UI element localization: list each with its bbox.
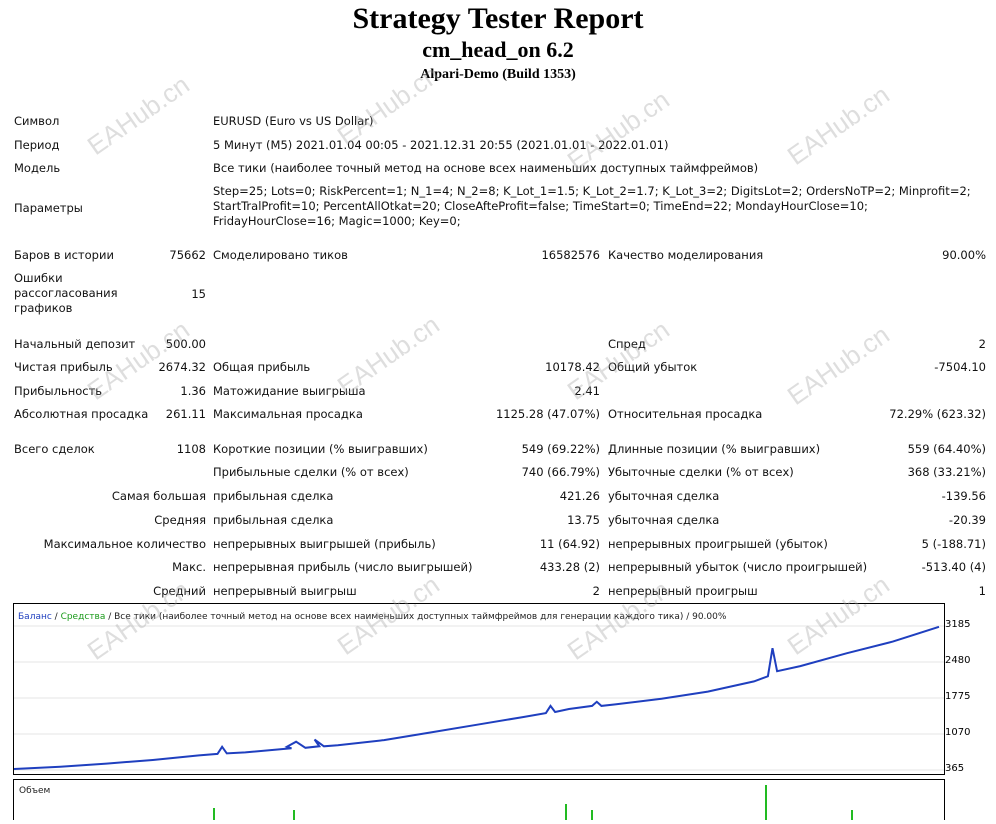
largest-loss-value: -139.56 [941, 489, 986, 503]
watermark: EAHub.cn [781, 79, 895, 171]
max-drawdown-label: Максимальная просадка [213, 407, 363, 421]
balance-chart [13, 603, 945, 775]
ticks-value: 16582576 [541, 248, 600, 262]
legend-rest: / Все тики (наиболее точный метод на осн… [105, 612, 727, 622]
legend-equity: Средства [60, 612, 106, 622]
ticks-label: Смоделировано тиков [213, 248, 348, 262]
payoff-value: 2.41 [574, 384, 600, 398]
watermark: EAHub.cn [781, 319, 895, 411]
abs-drawdown-value: 261.11 [165, 407, 206, 421]
long-positions-value: 559 (64.40%) [907, 442, 986, 456]
legend-balance: Баланс [18, 612, 52, 622]
rel-drawdown-label: Относительная просадка [608, 407, 763, 421]
loss-trades-value: 368 (33.21%) [907, 465, 986, 479]
report-title: Strategy Tester Report [352, 2, 644, 35]
y-tick-label: 3185 [945, 619, 971, 630]
max-count-losses-value: 5 (-188.71) [921, 537, 986, 551]
y-tick-label: 1775 [945, 691, 971, 702]
gross-loss-label: Общий убыток [608, 360, 698, 374]
params-label: Параметры [14, 201, 83, 215]
quality-label: Качество моделирования [608, 248, 764, 262]
max-drawdown-value: 1125.28 (47.07%) [495, 407, 600, 421]
avg-cons-wins-value: 2 [592, 584, 600, 598]
bars-value: 75662 [169, 248, 206, 262]
rel-drawdown-value: 72.29% (623.32) [889, 407, 986, 421]
largest-profit-value: 421.26 [559, 489, 600, 503]
model-label: Модель [14, 161, 61, 175]
quality-value: 90.00% [942, 248, 986, 262]
max-count-label: Максимальное количество [43, 537, 206, 551]
net-profit-value: 2674.32 [158, 360, 206, 374]
gross-profit-value: 10178.42 [545, 360, 600, 374]
period-value: 5 Минут (M5) 2021.01.04 00:05 - 2021.12.… [213, 138, 669, 152]
profit-trades-label: Прибыльные сделки (% от всех) [213, 465, 409, 479]
server-name: Alpari-Demo (Build 1353) [420, 67, 576, 82]
total-trades-label: Всего сделок [14, 442, 95, 456]
avg-cons-losses-value: 1 [978, 584, 986, 598]
average-profit-label: прибыльная сделка [213, 513, 334, 527]
max-count-losses-label: непрерывных проигрышей (убыток) [608, 537, 828, 551]
net-profit-label: Чистая прибыль [14, 360, 113, 374]
total-trades-value: 1108 [176, 442, 206, 456]
largest-label: Самая большая [111, 489, 206, 503]
average-label: Средняя [154, 513, 206, 527]
short-positions-value: 549 (69.22%) [521, 442, 600, 456]
balance-chart-svg [13, 625, 944, 771]
profit-trades-value: 740 (66.79%) [521, 465, 600, 479]
max-count-wins-label: непрерывных выигрышей (прибыль) [213, 537, 436, 551]
largest-loss-label: убыточная сделка [608, 489, 720, 503]
largest-profit-label: прибыльная сделка [213, 489, 334, 503]
avg-cons-losses-label: непрерывный проигрыш [608, 584, 758, 598]
y-tick-label: 365 [945, 763, 965, 774]
profit-factor-value: 1.36 [180, 384, 206, 398]
mismatch-value: 15 [191, 287, 206, 301]
params-value: Step=25; Lots=0; RiskPercent=1; N_1=4; N… [213, 184, 971, 228]
max-cons-profit-value: 433.28 (2) [539, 560, 600, 574]
average-profit-value: 13.75 [567, 513, 600, 527]
volume-svg [213, 785, 853, 820]
max-cons-loss-label: непрерывный убыток (число проигрышей) [608, 560, 868, 574]
avg-cons-wins-label: непрерывный выигрыш [213, 584, 357, 598]
long-positions-label: Длинные позиции (% выигравших) [608, 442, 821, 456]
legend-sep: / [51, 612, 61, 622]
spread-label: Спред [608, 337, 646, 351]
bars-label: Баров в истории [14, 248, 114, 262]
chart-legend: Баланс / Средства / Все тики (наиболее т… [18, 612, 726, 622]
symbol-label: Символ [14, 114, 60, 128]
payoff-label: Матожидание выигрыша [213, 384, 366, 398]
max-cons-label: Макс. [172, 560, 206, 574]
model-value: Все тики (наиболее точный метод на основ… [213, 161, 759, 175]
profit-factor-label: Прибыльность [14, 384, 103, 398]
volume-label: Объем [19, 786, 51, 796]
period-label: Период [14, 138, 60, 152]
gross-profit-label: Общая прибыль [213, 360, 311, 374]
y-tick-label: 1070 [945, 727, 971, 738]
avg-cons-label: Средний [153, 584, 206, 598]
average-loss-value: -20.39 [948, 513, 986, 527]
spread-value: 2 [978, 337, 986, 351]
max-cons-profit-label: непрерывная прибыль (число выигрышей) [213, 560, 473, 574]
watermark: EAHub.cn [81, 69, 195, 161]
average-loss-label: убыточная сделка [608, 513, 720, 527]
deposit-value: 500.00 [165, 337, 206, 351]
max-count-wins-value: 11 (64.92) [539, 537, 600, 551]
symbol-value: EURUSD (Euro vs US Dollar) [213, 114, 374, 128]
loss-trades-label: Убыточные сделки (% от всех) [608, 465, 794, 479]
expert-name: cm_head_on 6.2 [422, 37, 574, 62]
gross-loss-value: -7504.10 [934, 360, 986, 374]
short-positions-label: Короткие позиции (% выигравших) [213, 442, 428, 456]
y-tick-label: 2480 [945, 655, 971, 666]
max-cons-loss-value: -513.40 (4) [921, 560, 986, 574]
